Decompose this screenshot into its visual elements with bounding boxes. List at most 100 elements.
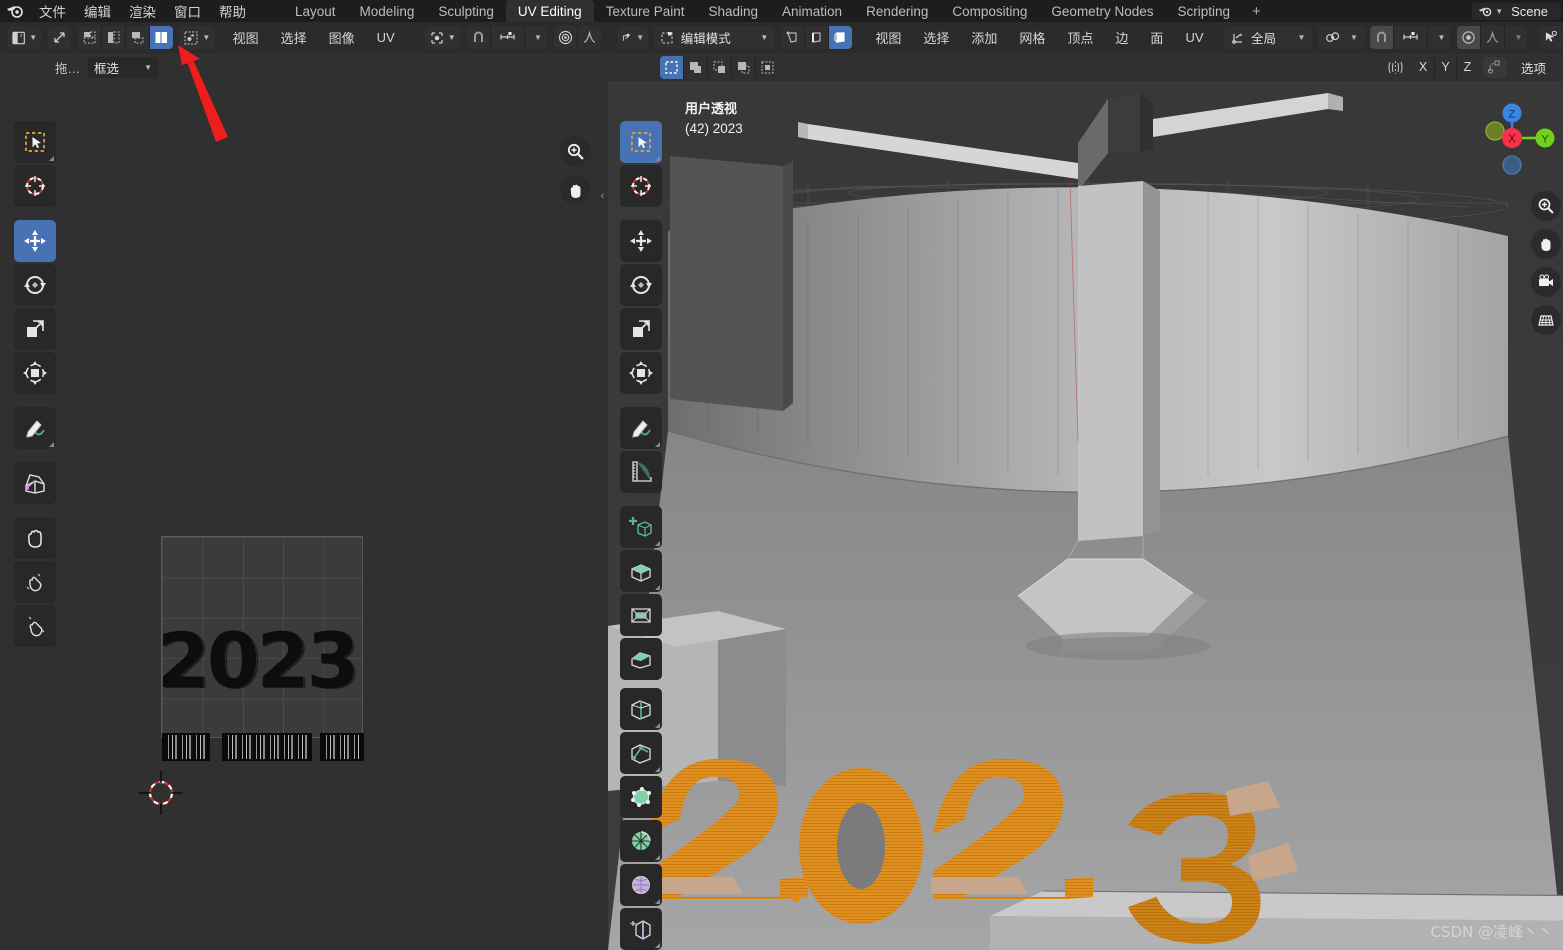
- proportional-falloff-icon[interactable]: [577, 26, 601, 49]
- uv-canvas[interactable]: 2023 ‹: [0, 81, 608, 950]
- tab-layout[interactable]: Layout: [283, 0, 348, 22]
- v3d-tool-edge-slide[interactable]: [620, 908, 662, 950]
- mirror-axis-y[interactable]: Y: [1433, 56, 1456, 78]
- camera-view-icon[interactable]: [1531, 267, 1561, 297]
- collapse-chevron-icon[interactable]: ‹: [597, 186, 608, 206]
- snap-magnet-icon[interactable]: [467, 26, 490, 49]
- uv-tool-relax[interactable]: [14, 561, 56, 603]
- mirror-axis-x[interactable]: X: [1411, 56, 1434, 78]
- select-subtract[interactable]: [707, 55, 731, 79]
- v3d-tool-add-cube[interactable]: [620, 506, 662, 548]
- menu-window[interactable]: 窗口: [165, 0, 210, 22]
- proportional-falloff-icon[interactable]: [1480, 26, 1505, 49]
- zoom-magnifier-icon[interactable]: [560, 136, 590, 166]
- tab-uv-editing[interactable]: UV Editing: [505, 0, 594, 22]
- v3d-tool-tweak[interactable]: [620, 121, 662, 163]
- viewport-options-button[interactable]: 选项: [1511, 56, 1555, 78]
- uv-editor-type-icon[interactable]: 3 ▼: [8, 26, 42, 49]
- pan-hand-icon[interactable]: [560, 175, 590, 205]
- uv-tool-grab[interactable]: [14, 517, 56, 559]
- select-intersect[interactable]: [755, 55, 779, 79]
- v3d-tool-spin[interactable]: [620, 820, 662, 862]
- mirror-axis-z[interactable]: Z: [1455, 56, 1478, 78]
- viewport-3d-canvas[interactable]: 用户透视 (42) 2023 Z X Y CSDN @凌峰丶丶: [608, 81, 1563, 950]
- tab-shading[interactable]: Shading: [696, 0, 770, 22]
- interaction-mode-dropdown[interactable]: 编辑模式 ▼: [653, 26, 776, 49]
- select-extend[interactable]: [683, 55, 707, 79]
- v3d-menu-uv[interactable]: UV: [1174, 26, 1214, 49]
- tab-texture-paint[interactable]: Texture Paint: [594, 0, 697, 22]
- uv-tool-rip-region[interactable]: [14, 462, 56, 504]
- mirror-icon[interactable]: [1385, 57, 1407, 78]
- v3d-tool-extrude-region[interactable]: [620, 550, 662, 592]
- proportional-editing-icon[interactable]: [554, 26, 577, 49]
- transform-orientation-dropdown[interactable]: 全局 ▼: [1224, 26, 1313, 49]
- uv-tool-annotate[interactable]: [14, 407, 56, 449]
- v3d-menu-mesh[interactable]: 网格: [1008, 26, 1056, 49]
- v3d-tool-measure[interactable]: [620, 451, 662, 493]
- mesh-select-edge[interactable]: [803, 26, 828, 49]
- v3d-tool-smooth[interactable]: [620, 864, 662, 906]
- blender-logo-icon[interactable]: [0, 0, 30, 22]
- pivot-point-dropdown[interactable]: ▼: [1318, 26, 1365, 49]
- navigation-gizmo[interactable]: Z X Y: [1467, 93, 1557, 183]
- v3d-tool-move[interactable]: [620, 220, 662, 262]
- uv-sync-selection-icon[interactable]: [47, 26, 71, 49]
- viewport-overlay-icon[interactable]: [1540, 26, 1563, 49]
- toggle-perspective-icon[interactable]: [1531, 305, 1561, 335]
- tab-sculpting[interactable]: Sculpting: [426, 0, 506, 22]
- v3d-tool-annotate[interactable]: [620, 407, 662, 449]
- mesh-select-face[interactable]: [827, 26, 852, 49]
- snap-target-icon[interactable]: [490, 26, 524, 49]
- snap-chevron-down-icon[interactable]: ▼: [524, 26, 547, 49]
- select-invert[interactable]: [731, 55, 755, 79]
- pan-view-icon[interactable]: [1531, 229, 1561, 259]
- v3d-tool-knife[interactable]: [620, 732, 662, 774]
- menu-render[interactable]: 渲染: [120, 0, 165, 22]
- correct-face-attributes-icon[interactable]: [1482, 56, 1507, 78]
- uv-select-vertex[interactable]: [77, 26, 101, 49]
- tab-scripting[interactable]: Scripting: [1165, 0, 1242, 22]
- v3d-menu-edge[interactable]: 边: [1104, 26, 1139, 49]
- uv-tool-cursor[interactable]: [14, 165, 56, 207]
- menu-edit[interactable]: 编辑: [75, 0, 120, 22]
- v3d-tool-rotate[interactable]: [620, 264, 662, 306]
- v3d-menu-select[interactable]: 选择: [912, 26, 960, 49]
- tab-geometry-nodes[interactable]: Geometry Nodes: [1039, 0, 1165, 22]
- pivot-point-icon[interactable]: ▼: [425, 26, 461, 49]
- uv-menu-select[interactable]: 选择: [270, 26, 318, 49]
- uv-select-edge[interactable]: [100, 26, 125, 49]
- v3d-menu-view[interactable]: 视图: [864, 26, 912, 49]
- 3d-viewport-type-icon[interactable]: ▼: [618, 26, 649, 49]
- v3d-tool-inset-faces[interactable]: [620, 594, 662, 636]
- uv-tool-tweak[interactable]: [14, 121, 56, 163]
- snap-magnet-icon[interactable]: [1370, 26, 1394, 49]
- proportional-editing-icon[interactable]: [1457, 26, 1481, 49]
- v3d-tool-scale[interactable]: [620, 308, 662, 350]
- v3d-menu-vertex[interactable]: 顶点: [1056, 26, 1104, 49]
- menu-file[interactable]: 文件: [30, 0, 75, 22]
- uv-tool-move[interactable]: [14, 220, 56, 262]
- snap-target-icon[interactable]: [1393, 26, 1428, 49]
- uv-tool-scale[interactable]: [14, 308, 56, 350]
- v3d-menu-face[interactable]: 面: [1139, 26, 1174, 49]
- v3d-tool-transform[interactable]: [620, 352, 662, 394]
- drag-mode-dropdown[interactable]: 框选 ▼: [88, 56, 159, 78]
- falloff-chevron-down-icon[interactable]: ▼: [1504, 26, 1528, 49]
- mesh-select-vertex[interactable]: [780, 26, 804, 49]
- zoom-view-icon[interactable]: [1531, 191, 1561, 221]
- tab-compositing[interactable]: Compositing: [940, 0, 1039, 22]
- uv-select-face[interactable]: [124, 26, 149, 49]
- uv-tool-pinch[interactable]: [14, 605, 56, 647]
- scene-selector[interactable]: ▼ Scene: [1472, 2, 1561, 20]
- v3d-tool-poly-build[interactable]: [620, 776, 662, 818]
- uv-menu-image[interactable]: 图像: [318, 26, 366, 49]
- uv-tool-transform[interactable]: [14, 352, 56, 394]
- snap-chevron-down-icon[interactable]: ▼: [1427, 26, 1451, 49]
- v3d-tool-bevel[interactable]: [620, 638, 662, 680]
- tab-rendering[interactable]: Rendering: [854, 0, 940, 22]
- v3d-tool-loop-cut[interactable]: [620, 688, 662, 730]
- tab-animation[interactable]: Animation: [770, 0, 854, 22]
- uv-menu-uv[interactable]: UV: [366, 26, 406, 49]
- v3d-tool-cursor[interactable]: [620, 165, 662, 207]
